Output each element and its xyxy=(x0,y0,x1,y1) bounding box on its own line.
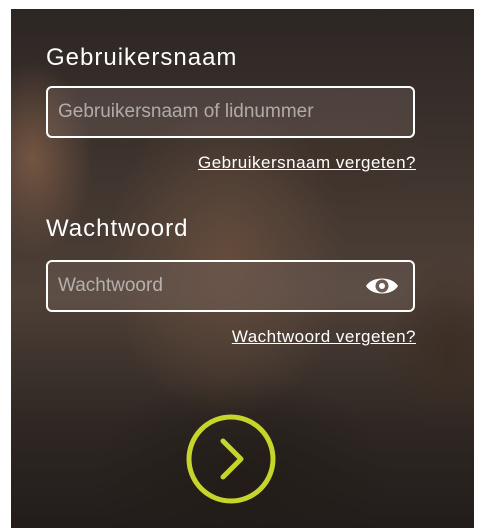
password-label: Wachtwoord xyxy=(46,215,189,242)
username-label: Gebruikersnaam xyxy=(46,44,238,71)
forgot-username-link[interactable]: Gebruikersnaam vergeten? xyxy=(198,153,416,173)
password-field[interactable] xyxy=(46,260,415,312)
username-field[interactable] xyxy=(46,86,415,138)
submit-button[interactable] xyxy=(185,413,277,505)
forgot-password-link[interactable]: Wachtwoord vergeten? xyxy=(232,327,416,347)
eye-icon[interactable] xyxy=(363,272,401,300)
chevron-right-circle-icon xyxy=(186,414,276,504)
username-input[interactable] xyxy=(48,88,413,136)
password-input[interactable] xyxy=(48,262,363,310)
login-panel: Gebruikersnaam Gebruikersnaam vergeten? … xyxy=(11,9,474,528)
